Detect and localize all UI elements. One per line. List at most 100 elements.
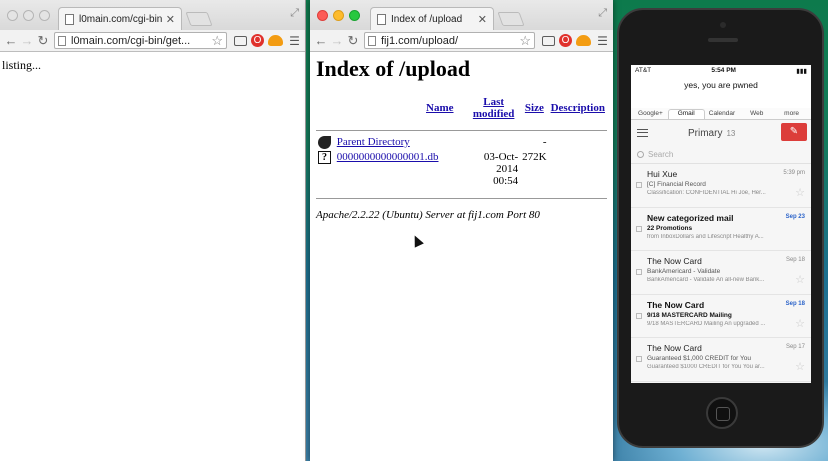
back-arrow-icon[interactable]: ← <box>313 33 329 48</box>
page-content: listing... <box>0 52 305 79</box>
modified-cell: 03-Oct-2014 00:54 <box>467 150 520 188</box>
mail-search-input[interactable]: Search <box>631 146 811 164</box>
close-window-button[interactable] <box>317 10 328 21</box>
table-row: ? 0000000000000001.db 03-Oct-2014 00:54 … <box>316 150 607 188</box>
mail-sender: The Now Card <box>647 343 702 353</box>
star-icon[interactable]: ☆ <box>795 317 805 330</box>
sort-modified-link[interactable]: Last modified <box>473 96 515 120</box>
battery-icon: ▮▮▮ <box>796 67 807 75</box>
address-url[interactable]: l0main.com/cgi-bin/get... <box>71 35 211 47</box>
size-cell: 272K <box>522 151 547 163</box>
mail-subject: Guaranteed $1,000 CREDIT for You <box>647 355 751 362</box>
folder-name: Primary <box>688 127 723 139</box>
zoom-window-button[interactable] <box>349 10 360 21</box>
star-icon[interactable]: ☆ <box>795 273 805 286</box>
page-icon <box>58 35 66 46</box>
address-url[interactable]: fij1.com/upload/ <box>381 35 519 47</box>
minimize-window-button[interactable] <box>333 10 344 21</box>
zoom-window-button[interactable] <box>39 10 50 21</box>
select-checkbox[interactable] <box>636 312 642 319</box>
select-checkbox[interactable] <box>636 269 642 275</box>
menu-icon[interactable]: ☰ <box>287 34 302 48</box>
tab-close-icon[interactable]: ✕ <box>478 13 487 26</box>
cast-icon[interactable] <box>542 35 555 46</box>
mail-date: Sep 18 <box>785 300 805 307</box>
select-checkbox[interactable] <box>636 225 642 232</box>
divider <box>316 198 607 199</box>
address-bar[interactable]: l0main.com/cgi-bin/get... ☆ <box>54 32 227 49</box>
page-title: Index of /upload <box>316 56 471 81</box>
iphone-device: AT&T 5:54 PM ▮▮▮ yes, you are pwned Goog… <box>617 8 824 448</box>
compose-pencil-icon[interactable]: ✎ <box>781 123 807 141</box>
menu-icon[interactable]: ☰ <box>595 34 610 48</box>
browser-tab[interactable]: Index of /upload ✕ <box>370 7 494 30</box>
clock: 5:54 PM <box>711 67 736 74</box>
select-checkbox[interactable] <box>636 182 642 188</box>
mail-date: 5:39 pm <box>783 170 805 176</box>
list-item[interactable]: The Now Card 9/18 MASTERCARD Mailing 9/1… <box>631 295 811 338</box>
tab-gmail[interactable]: Gmail <box>667 109 705 119</box>
mail-subject: 9/18 MASTERCARD Mailing <box>647 311 732 319</box>
star-icon[interactable]: ☆ <box>795 360 805 373</box>
folder-title: Primary 13 <box>688 128 735 139</box>
fullscreen-icon[interactable]: ⤢ <box>598 7 607 20</box>
divider <box>316 130 607 131</box>
carrier-label: AT&T <box>635 67 652 74</box>
back-icon <box>318 136 331 149</box>
tab-title: l0main.com/cgi-bin/gett <box>79 13 162 25</box>
bookmark-star-icon[interactable]: ☆ <box>519 33 531 48</box>
parent-directory-link[interactable]: Parent Directory <box>337 136 410 148</box>
close-window-button[interactable] <box>7 10 18 21</box>
browser-tab[interactable]: l0main.com/cgi-bin/gett ✕ <box>58 7 182 30</box>
minimize-window-button[interactable] <box>23 10 34 21</box>
mail-snippet: BankAmericard - Validate An all-new Bank… <box>647 277 765 283</box>
hamburger-menu-icon[interactable] <box>637 129 648 137</box>
sort-size-link[interactable]: Size <box>525 102 544 114</box>
cloud-extension-icon[interactable] <box>576 35 591 46</box>
browser-window-right: Index of /upload ✕ ⤢ ← → ↻ fij1.com/uplo… <box>310 0 613 461</box>
sort-name-link[interactable]: Name <box>426 102 454 114</box>
directory-listing: Name Last modified Size Description Pare… <box>316 96 607 207</box>
tab-web[interactable]: Web <box>739 110 774 119</box>
address-bar[interactable]: fij1.com/upload/ ☆ <box>364 32 535 49</box>
new-tab-button[interactable] <box>497 12 525 26</box>
body-text: listing... <box>2 58 42 72</box>
cast-icon[interactable] <box>234 35 247 46</box>
browser-toolbar: ← → ↻ l0main.com/cgi-bin/get... ☆ O ☰ <box>0 30 305 52</box>
search-icon <box>637 151 644 158</box>
list-item[interactable]: New categorized mail 22 Promotions from … <box>631 208 811 251</box>
tab-google-plus[interactable]: Google+ <box>633 110 668 119</box>
file-link[interactable]: 0000000000000001.db <box>337 151 439 163</box>
star-icon[interactable]: ☆ <box>795 186 805 199</box>
list-item[interactable]: Hui Xue [C] Financial Record Classificat… <box>631 164 811 208</box>
select-checkbox[interactable] <box>636 356 642 362</box>
modified-time: 00:54 <box>493 175 519 187</box>
size-cell: - <box>542 136 547 148</box>
tab-calendar[interactable]: Calendar <box>705 110 740 119</box>
search-placeholder: Search <box>648 150 674 159</box>
description-cell <box>549 135 607 150</box>
page-content: Index of /upload Name Last modified Size… <box>310 52 613 225</box>
mail-snippet: Guaranteed $1000 CREDIT for You You ar..… <box>647 364 765 370</box>
back-arrow-icon[interactable]: ← <box>3 33 19 48</box>
page-icon <box>368 35 376 46</box>
reload-icon[interactable]: ↻ <box>345 33 361 49</box>
bookmark-star-icon[interactable]: ☆ <box>211 33 223 48</box>
opera-extension-icon[interactable]: O <box>251 34 264 47</box>
sort-description-link[interactable]: Description <box>551 102 605 114</box>
tab-close-icon[interactable]: ✕ <box>166 13 175 26</box>
tab-more[interactable]: more <box>774 110 809 119</box>
forward-arrow-icon[interactable]: → <box>19 33 35 48</box>
new-tab-button[interactable] <box>185 12 213 26</box>
mail-date: Sep 23 <box>785 213 805 220</box>
opera-extension-icon[interactable]: O <box>559 34 572 47</box>
window-controls <box>317 10 360 21</box>
forward-arrow-icon[interactable]: → <box>329 33 345 48</box>
list-item[interactable]: The Now Card BankAmericard - Validate Ba… <box>631 251 811 295</box>
home-button[interactable] <box>706 397 738 429</box>
cloud-extension-icon[interactable] <box>268 35 283 46</box>
modified-date: 03-Oct-2014 <box>483 151 519 175</box>
list-item[interactable]: The Now Card Guaranteed $1,000 CREDIT fo… <box>631 338 811 382</box>
fullscreen-icon[interactable]: ⤢ <box>290 7 299 20</box>
reload-icon[interactable]: ↻ <box>35 33 51 49</box>
